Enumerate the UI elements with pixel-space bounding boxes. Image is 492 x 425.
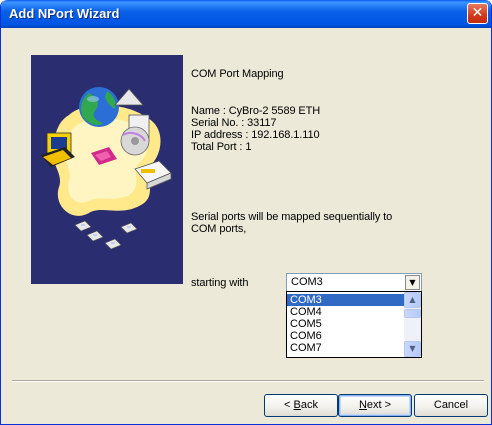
scroll-down-button[interactable]: ▼ <box>404 341 421 357</box>
button-divider <box>12 380 484 382</box>
title-bar[interactable]: Add NPort Wizard ✕ <box>1 0 491 28</box>
mapping-description-line2: COM ports, <box>191 223 247 235</box>
chevron-down-icon: ▼ <box>409 344 416 353</box>
back-prefix: < <box>284 399 294 411</box>
cancel-button[interactable]: Cancel <box>414 394 488 417</box>
mapping-description-line1: Serial ports will be mapped sequentially… <box>191 211 393 223</box>
next-hotkey: N <box>358 399 367 411</box>
next-label-rest: ext > <box>366 399 392 411</box>
list-item[interactable]: COM7 <box>287 342 405 354</box>
starting-with-label: starting with <box>191 277 249 289</box>
chevron-up-icon: ▲ <box>409 295 416 304</box>
window-title: Add NPort Wizard <box>9 6 120 21</box>
back-button[interactable]: < Back <box>264 394 338 417</box>
com-port-combobox[interactable]: COM3 ▼ <box>286 273 422 292</box>
list-item[interactable]: COM5 <box>287 318 405 330</box>
scroll-up-button[interactable]: ▲ <box>404 292 421 308</box>
combo-selected-value: COM3 <box>291 276 323 288</box>
close-icon: ✕ <box>471 5 484 21</box>
back-hotkey: B <box>293 399 301 411</box>
list-item[interactable]: COM4 <box>287 306 405 318</box>
add-nport-wizard-window: Add NPort Wizard ✕ COM Port Mapping Name… <box>0 0 492 425</box>
scroll-thumb[interactable] <box>404 309 421 318</box>
combo-dropdown-button[interactable]: ▼ <box>405 275 420 290</box>
wizard-illustration <box>31 55 183 284</box>
list-item[interactable]: COM3 <box>287 294 405 306</box>
device-serial: Serial No. : 33117 <box>191 117 277 129</box>
next-button[interactable]: Next > <box>338 394 412 417</box>
device-total-port: Total Port : 1 <box>191 141 252 153</box>
device-ip: IP address : 192.168.1.110 <box>191 129 320 141</box>
page-heading: COM Port Mapping <box>191 68 284 80</box>
back-label-rest: ack <box>300 399 318 411</box>
dropdown-scrollbar[interactable]: ▲ ▼ <box>404 292 421 357</box>
chevron-down-icon: ▼ <box>409 278 416 287</box>
list-item[interactable]: COM6 <box>287 330 405 342</box>
close-button[interactable]: ✕ <box>467 3 488 24</box>
device-name: Name : CyBro-2 5589 ETH <box>191 105 321 117</box>
com-port-dropdown-list[interactable]: COM3 COM4 COM5 COM6 COM7 ▲ ▼ <box>286 291 422 358</box>
